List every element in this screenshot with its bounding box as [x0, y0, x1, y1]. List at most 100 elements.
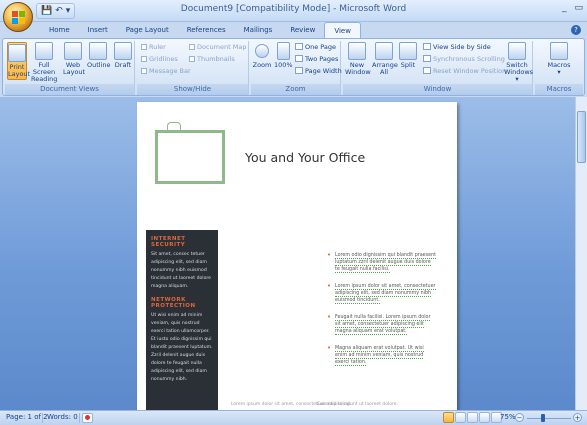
checkbox-icon	[189, 44, 195, 50]
macros-button[interactable]: Macros ▾	[547, 42, 571, 76]
sidebar-heading-network-protection: NETWORK PROTECTION	[151, 297, 196, 309]
two-pages-icon	[295, 55, 303, 62]
web-layout-icon	[64, 42, 82, 60]
status-bar: Page: 1 of 2 Words: 0 75% − +	[0, 410, 587, 425]
split-button[interactable]: Split	[398, 42, 418, 69]
footer-text-right: Euismod tincidunt ut laoreet dolore.	[317, 402, 398, 407]
bullet-list: Lorem odio dignissim qui blandit praesen…	[327, 252, 437, 376]
group-macros: Macros ▾ Macros	[535, 41, 583, 95]
ruler-checkbox[interactable]: Ruler	[141, 43, 166, 52]
full-screen-reading-icon	[35, 42, 53, 60]
group-document-views: Print Layout Full Screen Reading Web Lay…	[5, 41, 135, 95]
proofing-icon[interactable]	[82, 413, 93, 423]
sidebar-text-1: Sit amet, consec tetuer adipiscing elit,…	[151, 252, 211, 289]
zoom-in-button[interactable]: +	[573, 413, 582, 422]
tab-view[interactable]: View	[324, 22, 361, 39]
one-page-icon	[295, 43, 303, 50]
checkbox-icon	[189, 56, 195, 62]
outline-view-icon[interactable]	[479, 412, 490, 423]
zoom-100-button[interactable]: 100%	[274, 42, 293, 69]
window-title: Document9 [Compatibility Mode] - Microso…	[180, 4, 407, 14]
window-controls: _ ▭	[562, 3, 583, 13]
new-window-icon	[348, 42, 366, 60]
zoom-percentage[interactable]: 75%	[500, 413, 516, 421]
sidebar-heading-internet-security: INTERNET SECURITY	[151, 236, 186, 248]
status-divider	[79, 413, 80, 423]
group-window: New Window Arrange All Split View Side b…	[343, 41, 533, 95]
document-title: You and Your Office	[245, 150, 366, 165]
reset-window-position-button[interactable]: Reset Window Position	[423, 67, 506, 76]
office-button[interactable]	[3, 2, 33, 32]
new-window-button[interactable]: New Window	[345, 42, 371, 76]
minimize-button[interactable]: _	[562, 3, 567, 13]
outline-button[interactable]: Outline	[87, 42, 111, 69]
document-page[interactable]: You and Your Office INTERNET SECURITY Si…	[137, 102, 457, 410]
sync-scroll-icon	[423, 55, 431, 62]
arrange-all-button[interactable]: Arrange All	[372, 42, 398, 76]
group-label-document-views: Document Views	[5, 84, 134, 95]
web-layout-button[interactable]: Web Layout	[63, 42, 85, 76]
picture-frame-shape	[155, 130, 225, 184]
split-icon	[399, 42, 417, 60]
group-zoom: Zoom 100% One Page Two Pages Page Width …	[251, 41, 342, 95]
help-icon[interactable]: ?	[571, 25, 581, 35]
draft-button[interactable]: Draft	[113, 42, 133, 69]
group-show-hide: Ruler Gridlines Message Bar Document Map…	[137, 41, 249, 95]
synchronous-scrolling-button[interactable]: Synchronous Scrolling	[423, 55, 505, 64]
document-map-checkbox[interactable]: Document Map	[189, 43, 246, 52]
message-bar-checkbox[interactable]: Message Bar	[141, 67, 191, 76]
group-label-macros: Macros	[535, 84, 583, 95]
print-layout-button[interactable]: Print Layout	[7, 42, 30, 80]
ribbon-view: Print Layout Full Screen Reading Web Lay…	[2, 38, 585, 96]
restore-button[interactable]: ▭	[574, 3, 583, 13]
word-count-status[interactable]: Words: 0	[47, 413, 78, 421]
gridlines-checkbox[interactable]: Gridlines	[141, 55, 178, 64]
two-pages-button[interactable]: Two Pages	[295, 55, 338, 64]
tab-home[interactable]: Home	[40, 22, 79, 39]
vertical-scrollbar[interactable]	[575, 97, 587, 410]
arrange-all-icon	[375, 42, 393, 60]
print-layout-view-icon[interactable]	[443, 412, 454, 423]
reset-position-icon	[423, 67, 431, 74]
checkbox-icon	[141, 56, 147, 62]
scrollbar-thumb[interactable]	[577, 111, 586, 163]
page-icon	[276, 42, 290, 60]
page-width-icon	[295, 67, 303, 74]
print-layout-icon	[8, 44, 26, 62]
group-label-show-hide: Show/Hide	[137, 84, 248, 95]
checkbox-icon	[141, 44, 147, 50]
view-side-by-side-button[interactable]: View Side by Side	[423, 43, 491, 52]
status-divider	[42, 413, 43, 423]
web-layout-view-icon[interactable]	[467, 412, 478, 423]
tab-mailings[interactable]: Mailings	[235, 22, 282, 39]
full-screen-reading-button[interactable]: Full Screen Reading	[31, 42, 57, 83]
tab-page-layout[interactable]: Page Layout	[117, 22, 178, 39]
zoom-out-button[interactable]: −	[515, 413, 524, 422]
view-buttons	[443, 412, 502, 423]
tab-review[interactable]: Review	[281, 22, 324, 39]
side-by-side-icon	[423, 43, 431, 50]
magnifier-icon	[255, 44, 269, 58]
switch-windows-button[interactable]: Switch Windows ▾	[504, 42, 533, 83]
document-area[interactable]: You and Your Office INTERNET SECURITY Si…	[0, 97, 587, 410]
switch-windows-icon	[508, 42, 526, 60]
thumbnails-checkbox[interactable]: Thumbnails	[189, 55, 235, 64]
group-label-zoom: Zoom	[251, 84, 340, 95]
group-label-window: Window	[343, 84, 532, 95]
zoom-slider-thumb[interactable]	[541, 414, 546, 422]
zoom-slider-track[interactable]	[527, 418, 571, 419]
full-screen-reading-view-icon[interactable]	[455, 412, 466, 423]
page-width-button[interactable]: Page Width	[295, 67, 342, 76]
zoom-button[interactable]: Zoom	[252, 42, 272, 69]
draft-icon	[114, 42, 132, 60]
sidebar-text-2: Ut wisi enim ad minim veniam, quis nostr…	[151, 313, 213, 382]
tab-references[interactable]: References	[178, 22, 235, 39]
title-bar: 💾 ↶ ▾ Document9 [Compatibility Mode] - M…	[0, 0, 587, 22]
list-item: Magna aliquam erat volutpat. Ut wisi eni…	[327, 345, 437, 366]
one-page-button[interactable]: One Page	[295, 43, 336, 52]
office-logo-icon	[12, 11, 25, 24]
checkbox-icon	[141, 68, 147, 74]
list-item: Feugait nulla facilisi. Lorem ipsum dolo…	[327, 314, 437, 335]
list-item: Lorem ipsum dolor sit amet, consectetuer…	[327, 283, 437, 304]
tab-insert[interactable]: Insert	[79, 22, 117, 39]
